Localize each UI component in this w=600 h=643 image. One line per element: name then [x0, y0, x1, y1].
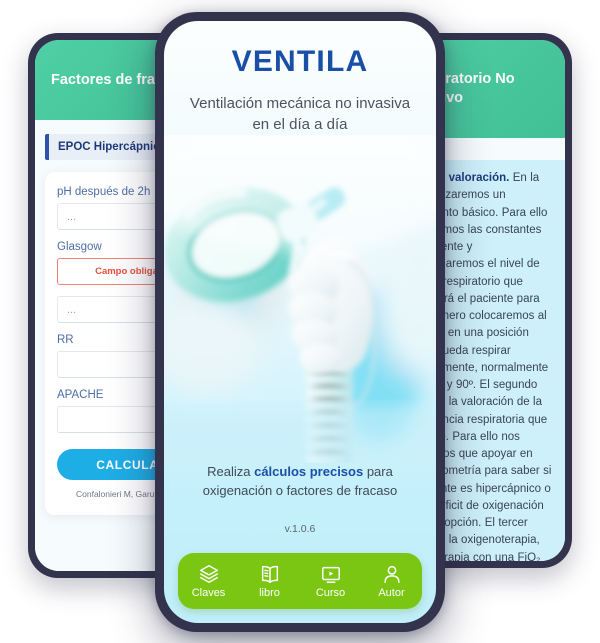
anesthesia-mask-illustration	[164, 135, 436, 464]
bottom-nav-wrapper: Claves libro Curso Autor	[164, 535, 436, 623]
app-tagline: Ventilación mecánica no invasiva en el d…	[189, 95, 411, 133]
person-icon	[383, 565, 400, 583]
splash-top: VENTILA Ventilación mecánica no invasiva…	[164, 21, 436, 135]
splash-caption-lead: Realiza	[207, 464, 255, 480]
nav-label-claves: Claves	[191, 587, 226, 599]
nav-item-autor[interactable]: Autor	[361, 563, 422, 599]
splash-caption-strong: cálculos precisos	[254, 464, 364, 480]
app-brand-title: VENTILA	[231, 45, 369, 78]
nav-item-curso[interactable]: Curso	[300, 563, 361, 599]
app-version: v.1.0.6	[284, 523, 316, 535]
book-icon	[261, 565, 278, 583]
bottom-navigation-bar: Claves libro Curso Autor	[178, 553, 422, 609]
nav-label-autor: Autor	[378, 587, 405, 599]
splash-caption: Realiza cálculos precisos para oxigenaci…	[164, 463, 436, 501]
nav-item-libro[interactable]: libro	[239, 563, 300, 599]
center-screen: VENTILA Ventilación mecánica no invasiva…	[164, 21, 436, 623]
splash-illustration	[164, 135, 436, 464]
layers-icon	[199, 565, 218, 583]
nav-item-claves[interactable]: Claves	[178, 563, 239, 599]
phone-center-splash: VENTILA Ventilación mecánica no invasiva…	[155, 12, 445, 632]
nav-label-curso: Curso	[315, 587, 346, 599]
monitor-play-icon	[321, 566, 340, 583]
nav-label-libro: libro	[259, 587, 280, 599]
